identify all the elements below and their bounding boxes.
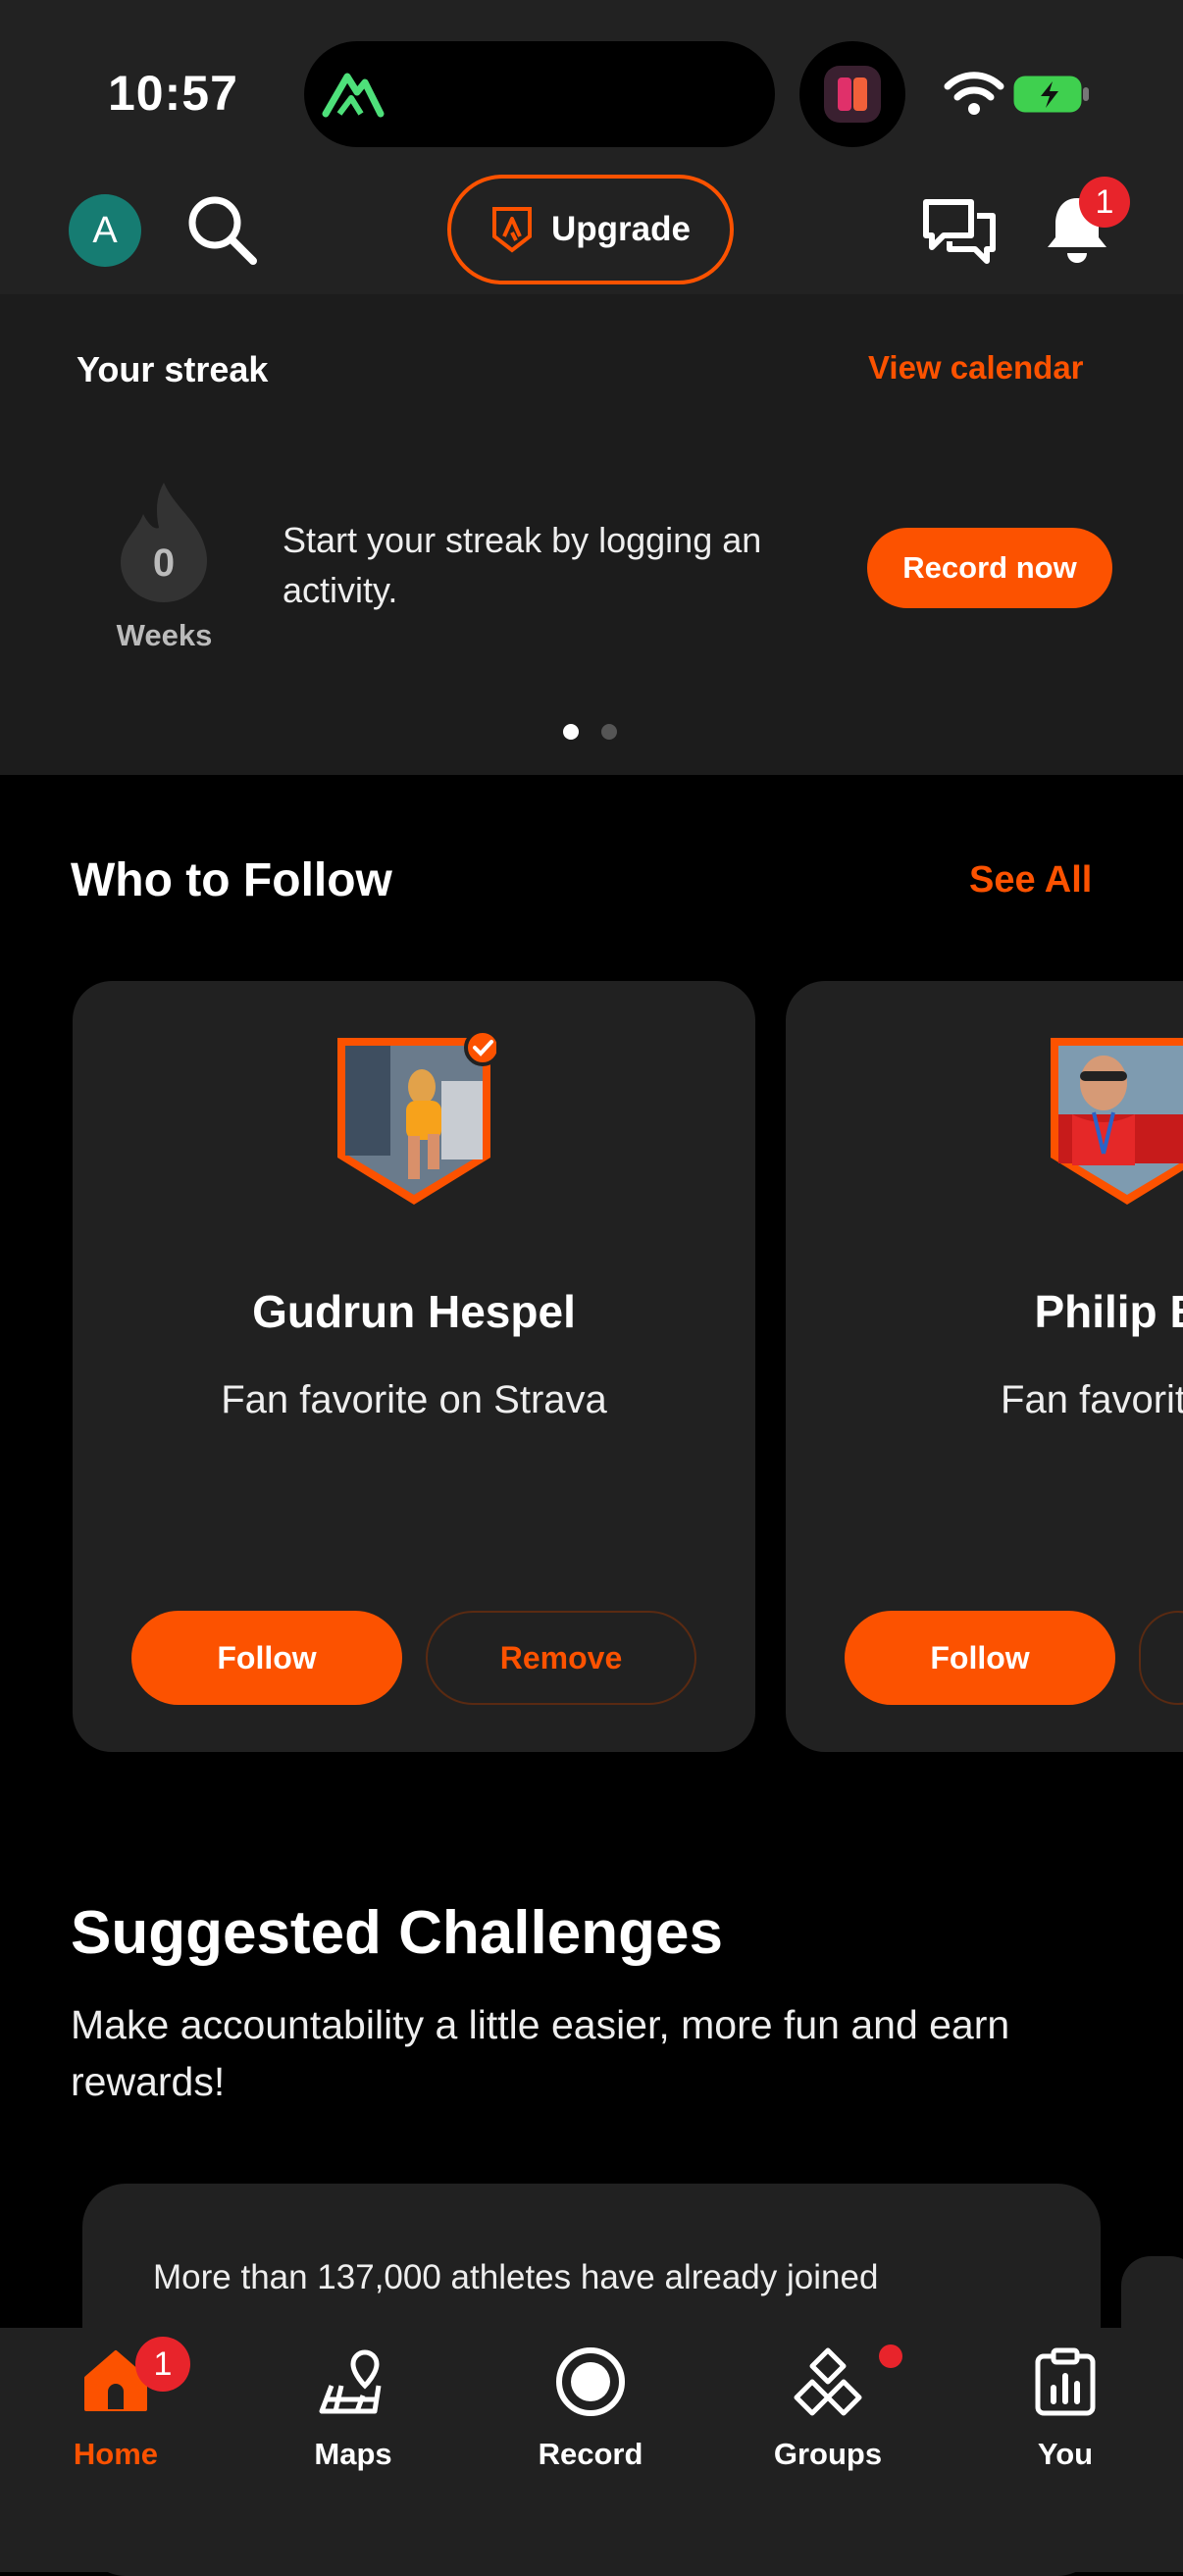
athlete-avatar-shield[interactable] bbox=[332, 1032, 496, 1209]
nav-label: Maps bbox=[314, 2437, 392, 2471]
route-app-icon bbox=[322, 73, 385, 118]
remove-button[interactable] bbox=[1139, 1611, 1183, 1705]
streak-title: Your streak bbox=[77, 349, 269, 389]
battery-charging-icon bbox=[1013, 76, 1089, 113]
you-icon bbox=[1035, 2347, 1096, 2416]
nav-label: Home bbox=[73, 2437, 159, 2471]
view-calendar-link[interactable]: View calendar bbox=[868, 349, 1084, 386]
suggested-challenges-title: Suggested Challenges bbox=[71, 1899, 723, 1967]
page-dot-active[interactable] bbox=[563, 724, 579, 740]
athlete-subtitle: Fan favorite on Strava bbox=[221, 1378, 607, 1421]
upgrade-button[interactable]: Upgrade bbox=[447, 175, 734, 284]
see-all-link[interactable]: See All bbox=[969, 859, 1092, 902]
streak-count: 0 bbox=[152, 541, 176, 585]
suggested-challenges-subtitle: Make accountability a little easier, mor… bbox=[71, 2002, 1010, 2104]
streak-message: Start your streak by logging an activity… bbox=[283, 520, 762, 610]
nav-label: You bbox=[1037, 2437, 1094, 2471]
follow-button[interactable]: Follow bbox=[131, 1611, 402, 1705]
avatar[interactable]: A bbox=[69, 194, 141, 267]
athlete-card[interactable]: Gudrun Hespel Fan favorite on Strava Fol… bbox=[73, 981, 755, 1752]
nav-you[interactable]: You bbox=[957, 2339, 1173, 2486]
groups-icon bbox=[794, 2347, 862, 2416]
who-to-follow-title: Who to Follow bbox=[71, 854, 392, 906]
remove-button[interactable]: Remove bbox=[426, 1611, 696, 1705]
streak-unit: Weeks bbox=[116, 618, 213, 652]
nav-label: Record bbox=[538, 2437, 643, 2471]
athlete-card[interactable]: Philip Br Fan favorite or Follow bbox=[786, 981, 1183, 1752]
nav-record[interactable]: Record bbox=[483, 2339, 698, 2486]
record-now-button[interactable]: Record now bbox=[867, 528, 1112, 608]
page-dot[interactable] bbox=[601, 724, 617, 740]
messages-icon[interactable] bbox=[920, 194, 999, 269]
nav-maps[interactable]: Maps bbox=[245, 2339, 461, 2486]
home-badge: 1 bbox=[135, 2337, 190, 2392]
athlete-name[interactable]: Gudrun Hespel bbox=[73, 1285, 755, 1338]
athlete-subtitle: Fan favorite or bbox=[1001, 1378, 1183, 1421]
nav-label: Groups bbox=[773, 2437, 883, 2471]
follow-button[interactable]: Follow bbox=[845, 1611, 1115, 1705]
wifi-icon bbox=[944, 72, 1004, 115]
search-icon[interactable] bbox=[184, 192, 259, 267]
maps-icon bbox=[319, 2349, 382, 2414]
upgrade-label: Upgrade bbox=[551, 210, 691, 248]
groups-notification-dot bbox=[879, 2344, 902, 2368]
status-time: 10:57 bbox=[108, 66, 238, 121]
nav-groups[interactable]: Groups bbox=[720, 2339, 936, 2486]
record-icon bbox=[556, 2347, 625, 2416]
activity-app-icon bbox=[824, 66, 881, 123]
athlete-avatar-shield[interactable] bbox=[1045, 1032, 1183, 1209]
challenge-card-text: More than 137,000 athletes have already … bbox=[153, 2258, 879, 2296]
nav-home[interactable]: Home bbox=[8, 2339, 224, 2486]
athlete-name[interactable]: Philip Br bbox=[786, 1285, 1183, 1338]
strava-shield-icon bbox=[492, 207, 533, 253]
notification-badge: 1 bbox=[1079, 177, 1130, 228]
